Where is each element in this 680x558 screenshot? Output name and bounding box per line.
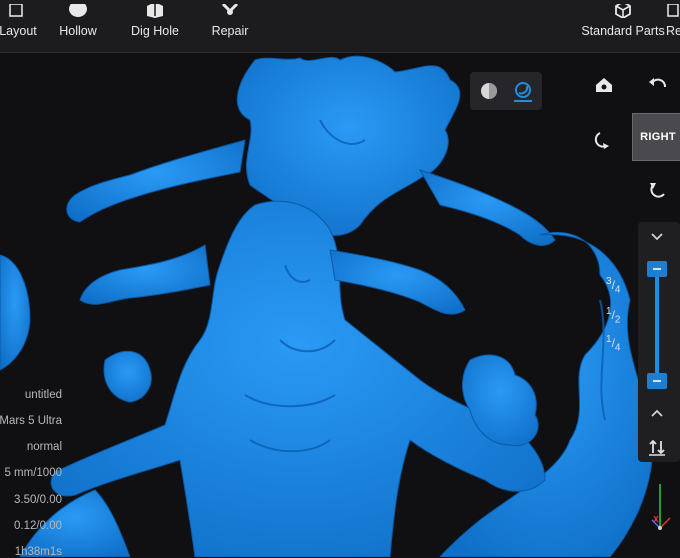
- fraction-denominator: 4: [614, 342, 621, 354]
- layer-jump-icon[interactable]: [644, 434, 670, 460]
- fraction-numerator: 1: [606, 334, 612, 345]
- standard-parts-icon: [613, 0, 633, 20]
- view-cube[interactable]: RIGHT: [632, 113, 680, 161]
- re-icon: [666, 3, 680, 18]
- 3d-viewport[interactable]: [0, 53, 680, 557]
- dig-hole-icon: [145, 2, 165, 18]
- standard-parts-button[interactable]: Standard Parts: [581, 0, 665, 52]
- info-print-mode: normal: [26, 441, 62, 453]
- layout-button[interactable]: Layout: [0, 0, 42, 52]
- layout-label: Layout: [0, 24, 37, 38]
- solid-shading-icon[interactable]: [478, 80, 500, 102]
- info-printer-name: Mars 5 Ultra: [0, 415, 62, 427]
- fraction-numerator: 3: [606, 276, 612, 287]
- layer-slider-bottom-handle[interactable]: [647, 373, 667, 389]
- dig-hole-label: Dig Hole: [131, 24, 179, 38]
- rotate-ccw-icon[interactable]: [645, 72, 671, 98]
- hollow-label: Hollow: [59, 24, 97, 38]
- fraction-denominator: 4: [614, 284, 621, 296]
- standard-parts-label: Standard Parts: [581, 24, 665, 38]
- view-cube-label: RIGHT: [640, 131, 676, 143]
- top-toolbar: Layout Hollow Dig Hole Repair Standard P…: [0, 0, 680, 53]
- repair-button[interactable]: Repair: [206, 0, 254, 52]
- info-volume: 0.12/0.00: [14, 520, 62, 532]
- render-mode-toggle: [470, 72, 542, 110]
- model-render[interactable]: [0, 53, 680, 557]
- fraction-numerator: 1: [606, 306, 612, 317]
- home-view-icon[interactable]: [591, 72, 617, 98]
- repair-icon: [220, 2, 240, 18]
- layer-slider-panel: [638, 222, 680, 462]
- layer-slider-track[interactable]: [655, 270, 659, 382]
- info-exposure: 3.50/0.00: [14, 494, 62, 506]
- repair-label: Repair: [211, 24, 249, 38]
- hollow-button[interactable]: Hollow: [54, 0, 102, 52]
- fraction-one-half: 1/2: [606, 306, 621, 326]
- layout-icon: [8, 3, 28, 18]
- layer-slider-top-handle[interactable]: [647, 261, 667, 277]
- re-label: Re: [666, 24, 680, 38]
- info-layer-height: 5 mm/1000: [4, 467, 62, 479]
- rotate-left-icon[interactable]: [591, 126, 617, 152]
- wireframe-shading-icon[interactable]: [512, 80, 534, 102]
- axis-gizmo-icon: [651, 484, 671, 530]
- info-file-name: untitled: [24, 389, 62, 401]
- fraction-denominator: 2: [614, 314, 621, 326]
- re-button[interactable]: Re: [666, 0, 680, 52]
- info-print-time: 1h38m1s: [14, 546, 62, 558]
- fraction-one-quarter: 1/4: [606, 334, 621, 354]
- chevron-up-icon[interactable]: [644, 400, 670, 426]
- fraction-three-quarters: 3/4: [606, 276, 621, 296]
- rotate-down-icon[interactable]: [645, 176, 671, 202]
- hollow-icon: [68, 1, 88, 18]
- chevron-down-icon[interactable]: [644, 224, 670, 250]
- dig-hole-button[interactable]: Dig Hole: [126, 0, 184, 52]
